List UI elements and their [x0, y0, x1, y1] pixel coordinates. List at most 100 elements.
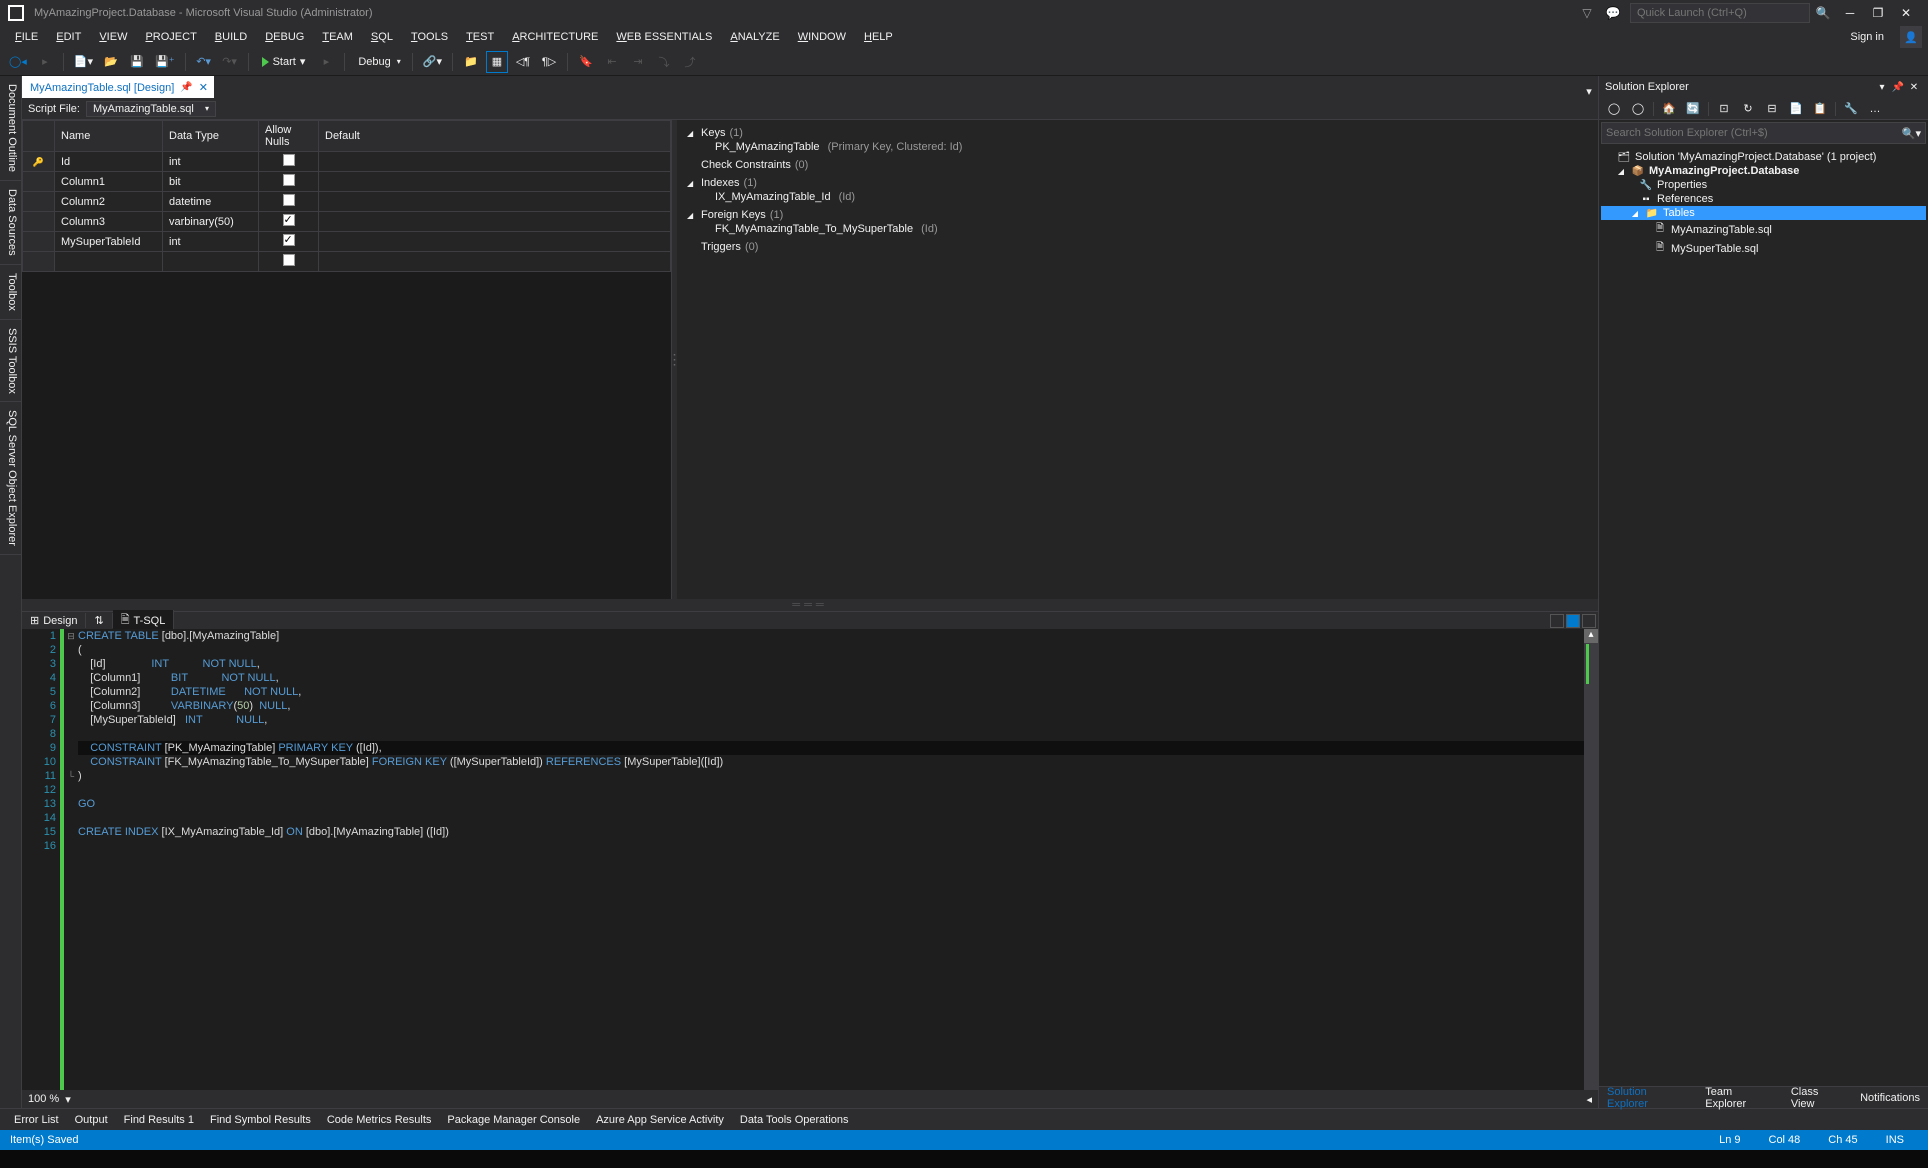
cell-name[interactable]: Column1: [55, 172, 163, 192]
bottom-tab-find-results-1[interactable]: Find Results 1: [116, 1112, 202, 1128]
cell-name[interactable]: Id: [55, 152, 163, 172]
code-line[interactable]: [Id] INT NOT NULL,: [78, 657, 1598, 671]
cell-type[interactable]: varbinary(50): [163, 212, 259, 232]
cell-type[interactable]: bit: [163, 172, 259, 192]
new-project-button[interactable]: 📄▾: [71, 51, 96, 73]
tables-folder-node[interactable]: ◢📁Tables: [1601, 206, 1926, 220]
references-node[interactable]: ▪▪References: [1601, 192, 1926, 206]
menu-tools[interactable]: TOOLS: [402, 29, 457, 45]
step-2-button[interactable]: ⇥: [627, 51, 649, 73]
bottom-tab-output[interactable]: Output: [67, 1112, 116, 1128]
menu-architecture[interactable]: ARCHITECTURE: [503, 29, 607, 45]
left-tab-sql-server-object-explorer[interactable]: SQL Server Object Explorer: [0, 402, 21, 555]
toggle-2-button[interactable]: ▦: [486, 51, 508, 73]
properties-node[interactable]: 🔧Properties: [1601, 178, 1926, 192]
code-line[interactable]: [Column2] DATETIME NOT NULL,: [78, 685, 1598, 699]
cell-nulls[interactable]: [259, 192, 319, 212]
nav-forward-button[interactable]: ▸: [34, 51, 56, 73]
code-line[interactable]: [Column3] VARBINARY(50) NULL,: [78, 699, 1598, 713]
code-line[interactable]: [78, 839, 1598, 853]
project-node[interactable]: ◢📦MyAmazingProject.Database: [1601, 164, 1926, 178]
menu-sql[interactable]: SQL: [362, 29, 402, 45]
bottom-tab-error-list[interactable]: Error List: [6, 1112, 67, 1128]
bottom-tab-data-tools-operations[interactable]: Data Tools Operations: [732, 1112, 857, 1128]
search-icon[interactable]: 🔍: [1813, 3, 1833, 23]
table-row-new[interactable]: [23, 252, 671, 272]
editor-tab[interactable]: MyAmazingTable.sql [Design] 📌 ✕: [22, 76, 214, 98]
menu-build[interactable]: BUILD: [206, 29, 256, 45]
code-line[interactable]: GO: [78, 797, 1598, 811]
cell-name[interactable]: MySuperTableId: [55, 232, 163, 252]
restore-button[interactable]: ❐: [1864, 3, 1892, 23]
col-name-header[interactable]: Name: [55, 121, 163, 152]
table-file-2[interactable]: 🗎MySuperTable.sql: [1601, 239, 1926, 258]
zoom-level[interactable]: 100 %: [28, 1093, 59, 1105]
nav-back-button[interactable]: ◯◂: [6, 51, 30, 73]
fk-item[interactable]: FK_MyAmazingTable_To_MySuperTable(Id): [687, 222, 1588, 236]
step-4-button[interactable]: ⤴: [679, 51, 701, 73]
feedback-icon[interactable]: ▽: [1577, 3, 1597, 23]
code-line[interactable]: [78, 811, 1598, 825]
bottom-tab-find-symbol-results[interactable]: Find Symbol Results: [202, 1112, 319, 1128]
se-sync-button[interactable]: 🔄: [1684, 100, 1702, 118]
menu-view[interactable]: VIEW: [90, 29, 136, 45]
tab-swap[interactable]: ⇅: [86, 613, 112, 628]
cell-type[interactable]: datetime: [163, 192, 259, 212]
undo-button[interactable]: ↶▾: [193, 51, 215, 73]
save-all-button[interactable]: 💾⁺: [152, 51, 178, 73]
se-refresh-button[interactable]: ↻: [1739, 100, 1757, 118]
bookmark-button[interactable]: 🔖: [575, 51, 597, 73]
view-mode-1-button[interactable]: [1550, 614, 1564, 628]
table-row[interactable]: Column1bit: [23, 172, 671, 192]
cell-nulls[interactable]: [259, 232, 319, 252]
menu-debug[interactable]: DEBUG: [256, 29, 313, 45]
tab-tsql[interactable]: 🗎 T-SQL: [113, 610, 175, 631]
cell-default[interactable]: [319, 232, 671, 252]
cell-nulls[interactable]: [259, 152, 319, 172]
menu-web essentials[interactable]: WEB ESSENTIALS: [607, 29, 721, 45]
panel-pin-button[interactable]: 📌: [1890, 82, 1906, 93]
code-line[interactable]: ): [78, 769, 1598, 783]
code-line[interactable]: [Column1] BIT NOT NULL,: [78, 671, 1598, 685]
tab-overflow-button[interactable]: ▾: [1580, 85, 1598, 98]
menu-help[interactable]: HELP: [855, 29, 902, 45]
se-collapse-button[interactable]: ⊟: [1763, 100, 1781, 118]
code-line[interactable]: [78, 727, 1598, 741]
panel-position-button[interactable]: ▾: [1874, 82, 1890, 93]
code-line[interactable]: (: [78, 643, 1598, 657]
editor-scrollbar[interactable]: ▴: [1584, 629, 1598, 1090]
code-line[interactable]: [MySuperTableId] INT NULL,: [78, 713, 1598, 727]
check-group[interactable]: Check Constraints (0): [687, 158, 1588, 172]
menu-test[interactable]: TEST: [457, 29, 503, 45]
cell-name[interactable]: Column3: [55, 212, 163, 232]
config-dropdown[interactable]: Debug: [352, 51, 404, 73]
cell-default[interactable]: [319, 152, 671, 172]
panel-close-button[interactable]: ✕: [1906, 82, 1922, 93]
table-row[interactable]: 🔑Idint: [23, 152, 671, 172]
se-properties-button[interactable]: 📋: [1811, 100, 1829, 118]
left-tab-ssis-toolbox[interactable]: SSIS Toolbox: [0, 320, 21, 403]
se-scope-button[interactable]: ⊡: [1715, 100, 1733, 118]
quick-launch-input[interactable]: [1630, 3, 1810, 23]
start-options-button[interactable]: ▸: [315, 51, 337, 73]
toggle-1-button[interactable]: 📁: [460, 51, 482, 73]
table-row[interactable]: Column2datetime: [23, 192, 671, 212]
menu-analyze[interactable]: ANALYZE: [721, 29, 788, 45]
solution-node[interactable]: 🗂Solution 'MyAmazingProject.Database' (1…: [1601, 150, 1926, 164]
cell-default[interactable]: [319, 192, 671, 212]
cell-default[interactable]: [319, 212, 671, 232]
tab-design[interactable]: ⊞ Design: [22, 613, 86, 628]
menu-project[interactable]: PROJECT: [136, 29, 205, 45]
avatar-icon[interactable]: 👤: [1900, 26, 1922, 48]
cell-type[interactable]: int: [163, 232, 259, 252]
open-file-button[interactable]: 📂: [100, 51, 122, 73]
pk-item[interactable]: PK_MyAmazingTable(Primary Key, Clustered…: [687, 140, 1588, 154]
triggers-group[interactable]: Triggers (0): [687, 240, 1588, 254]
menu-team[interactable]: TEAM: [313, 29, 362, 45]
se-tab-team-explorer[interactable]: Team Explorer: [1697, 1084, 1783, 1112]
browser-link-button[interactable]: 🔗▾: [420, 51, 445, 73]
indent-left-button[interactable]: ◁¶: [512, 51, 534, 73]
table-row[interactable]: MySuperTableIdint: [23, 232, 671, 252]
menu-window[interactable]: WINDOW: [789, 29, 855, 45]
scroll-left-button[interactable]: ◂: [1586, 1093, 1592, 1106]
